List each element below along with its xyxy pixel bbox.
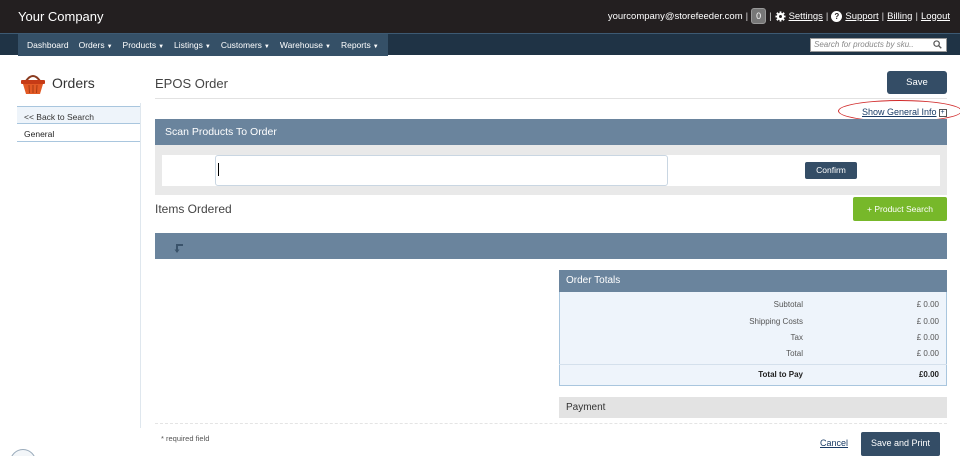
totals-label: Total [786, 349, 803, 358]
caret-down-icon: ▼ [106, 44, 113, 50]
items-table-header [155, 233, 947, 259]
product-search-button[interactable]: + Product Search [853, 197, 947, 221]
product-search-input[interactable]: Search for products by sku.. [810, 38, 947, 52]
totals-label: Subtotal [773, 300, 803, 309]
billing-link[interactable]: Billing [887, 11, 912, 22]
nav-customers[interactable]: Customers ▼ [216, 40, 275, 50]
separator: | [915, 10, 918, 22]
chat-widget-icon[interactable] [10, 449, 36, 456]
nav-warehouse[interactable]: Warehouse ▼ [275, 40, 336, 50]
totals-value: £ 0.00 [916, 300, 939, 309]
logout-link[interactable]: Logout [921, 11, 950, 22]
sidebar-title: Orders [52, 75, 95, 91]
nav-reports[interactable]: Reports ▼ [336, 40, 384, 50]
payment-section-header[interactable]: Payment [559, 397, 947, 418]
total-to-pay-label: Total to Pay [758, 370, 803, 379]
totals-label: Tax [790, 333, 803, 342]
save-button[interactable]: Save [887, 71, 947, 94]
notification-badge[interactable]: 0 [751, 8, 767, 24]
settings-link[interactable]: Settings [789, 11, 823, 22]
separator: | [881, 10, 885, 22]
totals-value: £ 0.00 [916, 317, 939, 326]
back-to-search-link[interactable]: << Back to Search [17, 106, 141, 124]
support-link[interactable]: Support [845, 11, 878, 22]
totals-label: Shipping Costs [749, 317, 803, 326]
scan-panel-header: Scan Products To Order [155, 119, 947, 145]
nav-dashboard[interactable]: Dashboard [22, 40, 74, 50]
footer-divider [155, 423, 947, 424]
main-nav: Dashboard Orders ▼ Products ▼ Listings ▼ Cu… [0, 33, 960, 56]
caret-down-icon: ▼ [263, 44, 270, 50]
separator: | [745, 10, 749, 22]
return-arrow-icon[interactable] [173, 242, 185, 254]
cancel-link[interactable]: Cancel [820, 438, 848, 448]
sidebar-item-general[interactable]: General [17, 124, 141, 142]
nav-orders[interactable]: Orders ▼ [74, 40, 118, 50]
nav-listings[interactable]: Listings ▼ [169, 40, 216, 50]
totals-row-total-to-pay: Total to Pay £0.00 [559, 370, 947, 382]
totals-row-tax: Tax £ 0.00 [559, 333, 947, 345]
help-icon[interactable]: ? [831, 10, 843, 22]
sidebar-divider [140, 103, 141, 428]
caret-down-icon: ▼ [325, 44, 331, 50]
totals-value: £ 0.00 [916, 333, 939, 342]
gear-icon[interactable] [775, 10, 786, 22]
totals-value: £ 0.00 [916, 349, 939, 358]
scan-product-input[interactable] [215, 155, 668, 186]
search-placeholder: Search for products by sku.. [814, 40, 914, 49]
order-totals-header: Order Totals [559, 270, 947, 292]
separator: | [825, 10, 829, 22]
text-cursor [218, 163, 219, 176]
totals-row-total: Total £ 0.00 [559, 349, 947, 361]
top-bar: Your Company yourcompany@storefeeder.com… [0, 0, 960, 33]
save-and-print-button[interactable]: Save and Print [861, 432, 940, 456]
caret-down-icon: ▼ [158, 44, 165, 50]
brand-name[interactable]: Your Company [18, 9, 104, 24]
total-to-pay-value: £0.00 [918, 370, 939, 379]
caret-down-icon: ▼ [204, 44, 211, 50]
totals-row-subtotal: Subtotal £ 0.00 [559, 300, 947, 312]
basket-icon [21, 75, 45, 94]
totals-row-shipping: Shipping Costs £ 0.00 [559, 317, 947, 329]
sidebar-menu: << Back to Search General [17, 106, 141, 142]
totals-divider [559, 364, 947, 365]
user-area: yourcompany@storefeeder.com | 0 | Settin… [608, 8, 950, 24]
required-field-note: * required field [161, 434, 210, 443]
separator: | [769, 10, 772, 22]
nav-products[interactable]: Products ▼ [118, 40, 170, 50]
nav-menu: Dashboard Orders ▼ Products ▼ Listings ▼ Cu… [18, 34, 388, 56]
items-ordered-title: Items Ordered [155, 202, 232, 216]
search-icon[interactable] [933, 40, 942, 49]
user-email: yourcompany@storefeeder.com [607, 10, 743, 22]
caret-down-icon: ▼ [372, 44, 379, 50]
page-title: EPOS Order [155, 76, 228, 91]
confirm-button[interactable]: Confirm [805, 162, 857, 179]
title-divider [155, 98, 947, 99]
